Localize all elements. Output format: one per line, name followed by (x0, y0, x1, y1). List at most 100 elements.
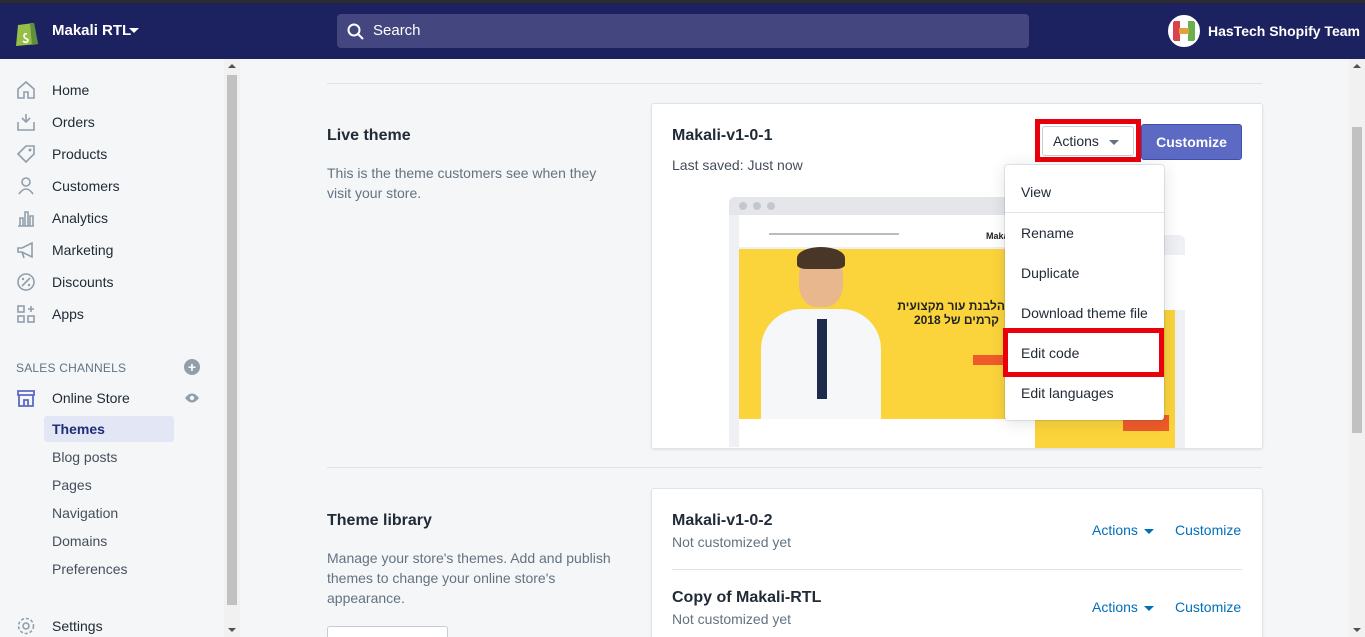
preview-browser-bar (729, 197, 1015, 215)
actions-button-label: Actions (1053, 133, 1099, 149)
add-sales-channel-icon[interactable]: + (184, 359, 200, 375)
sidebar-item-label: Marketing (52, 242, 114, 258)
library-theme-status: Not customized yet (672, 611, 792, 627)
avatar[interactable] (1168, 15, 1200, 47)
live-theme-heading: Live theme (327, 127, 411, 144)
store-name[interactable]: Makali RTL (52, 22, 131, 39)
sidebar-item-marketing[interactable]: Marketing (0, 236, 224, 266)
shopify-bag-icon[interactable] (14, 17, 40, 47)
sidebar-item-label: Products (52, 146, 108, 162)
chevron-down-icon (1143, 605, 1154, 611)
customers-icon (18, 177, 34, 195)
add-theme-button[interactable] (327, 626, 448, 637)
eye-icon[interactable] (184, 392, 200, 404)
sidebar-item-home[interactable]: Home (0, 76, 224, 106)
gear-icon (17, 617, 35, 635)
menu-item-edit-languages[interactable]: Edit languages (1021, 385, 1114, 401)
sales-channels-title: SALES CHANNELS (16, 361, 127, 375)
scroll-down-arrow-icon[interactable] (228, 628, 236, 632)
sidebar-item-settings[interactable]: Settings (0, 612, 224, 637)
menu-divider (1005, 212, 1164, 213)
sidebar-item-analytics[interactable]: Analytics (0, 204, 224, 234)
discount-icon (17, 273, 35, 291)
preview-header: Makal (739, 215, 1015, 247)
home-icon (17, 80, 35, 99)
sidebar-subitem-label: Navigation (52, 505, 119, 521)
menu-item-view[interactable]: View (1021, 184, 1051, 200)
actions-label: Actions (1092, 599, 1138, 615)
avatar-image (1170, 17, 1198, 45)
sidebar-item-apps[interactable]: Apps (0, 300, 224, 330)
theme-preview-desktop: Makal הלבנת עור מקצועית קרמים של 2018 (729, 197, 1015, 447)
theme-library-heading: Theme library (327, 512, 432, 529)
bar-chart-icon (18, 211, 34, 227)
live-theme-customize-button[interactable]: Customize (1141, 124, 1242, 160)
sidebar-subitem-domains[interactable]: Domains (44, 528, 174, 554)
sidebar-subitem-pages[interactable]: Pages (44, 472, 174, 498)
library-theme-actions-button[interactable]: Actions (1092, 522, 1154, 538)
megaphone-icon (17, 241, 33, 259)
sidebar-item-label: Apps (52, 306, 84, 322)
scroll-up-arrow-icon[interactable] (228, 64, 236, 68)
edit-code-highlight-box (1003, 328, 1164, 377)
sidebar-subitem-label: Pages (52, 477, 92, 493)
sidebar-item-label: Discounts (52, 274, 114, 290)
sidebar-subitem-label: Domains (52, 533, 108, 549)
menu-item-duplicate[interactable]: Duplicate (1021, 265, 1079, 281)
tag-icon (16, 145, 35, 164)
preview-headline-1: הלבנת עור מקצועית (897, 299, 1005, 313)
preview-footer (739, 419, 1015, 447)
divider (327, 83, 1262, 84)
sidebar-scrollbar-thumb[interactable] (227, 75, 237, 605)
search-input[interactable]: Search (337, 14, 1029, 48)
library-theme-customize-link[interactable]: Customize (1175, 599, 1241, 615)
divider (327, 467, 1262, 468)
scroll-up-arrow-icon[interactable] (1353, 64, 1361, 68)
apps-icon (17, 305, 35, 323)
preview-hero-button (973, 355, 1007, 365)
sidebar-item-label: Online Store (52, 390, 130, 406)
live-theme-name: Makali-v1-0-1 (672, 127, 773, 144)
sidebar-subitem-themes[interactable]: Themes (44, 416, 174, 442)
sidebar: Home Orders Products Customers Analytics… (0, 59, 240, 637)
sidebar-subitem-blog-posts[interactable]: Blog posts (44, 444, 174, 470)
sidebar-item-label: Settings (52, 618, 103, 634)
sidebar-item-label: Analytics (52, 210, 109, 226)
sidebar-item-label: Customers (52, 178, 120, 194)
sidebar-subitem-navigation[interactable]: Navigation (44, 500, 174, 526)
actions-label: Actions (1092, 522, 1138, 538)
sidebar-subitem-label: Blog posts (52, 449, 118, 465)
sidebar-item-discounts[interactable]: Discounts (0, 268, 224, 298)
store-icon (17, 390, 35, 407)
main-scrollbar[interactable] (1349, 59, 1365, 637)
sidebar-item-customers[interactable]: Customers (0, 172, 224, 202)
main-scrollbar-thumb[interactable] (1352, 127, 1362, 433)
scroll-down-arrow-icon[interactable] (1353, 628, 1361, 632)
live-theme-actions-button[interactable]: Actions (1042, 126, 1134, 156)
orders-icon (17, 114, 35, 131)
library-theme-customize-link[interactable]: Customize (1175, 522, 1241, 538)
sidebar-item-label: Orders (52, 114, 95, 130)
menu-item-rename[interactable]: Rename (1021, 225, 1074, 241)
user-name[interactable]: HasTech Shopify Team (1208, 23, 1360, 39)
search-placeholder: Search (373, 22, 421, 39)
sidebar-scrollbar[interactable] (224, 59, 240, 637)
sidebar-subitem-preferences[interactable]: Preferences (44, 556, 174, 582)
library-theme-status: Not customized yet (672, 534, 792, 550)
store-dropdown-caret-icon[interactable] (129, 28, 139, 33)
library-theme-actions-button[interactable]: Actions (1092, 599, 1154, 615)
divider (672, 569, 1242, 570)
chevron-down-icon (1143, 528, 1154, 534)
search-icon (347, 23, 364, 40)
theme-library-description: Manage your store's themes. Add and publ… (327, 550, 611, 606)
live-theme-description: This is the theme customers see when the… (327, 165, 597, 201)
sidebar-item-products[interactable]: Products (0, 140, 224, 170)
top-bar: Makali RTL Search HasTech Shopify Team (0, 0, 1365, 59)
live-theme-last-saved: Last saved: Just now (672, 157, 803, 173)
sidebar-item-orders[interactable]: Orders (0, 108, 224, 138)
library-theme-name: Makali-v1-0-2 (672, 512, 773, 529)
sidebar-subitem-label: Preferences (52, 561, 128, 577)
preview-hero-banner: הלבנת עור מקצועית קרמים של 2018 (739, 247, 1015, 421)
preview-headline-2: קרמים של 2018 (913, 313, 999, 327)
menu-item-download-theme-file[interactable]: Download theme file (1021, 305, 1148, 321)
